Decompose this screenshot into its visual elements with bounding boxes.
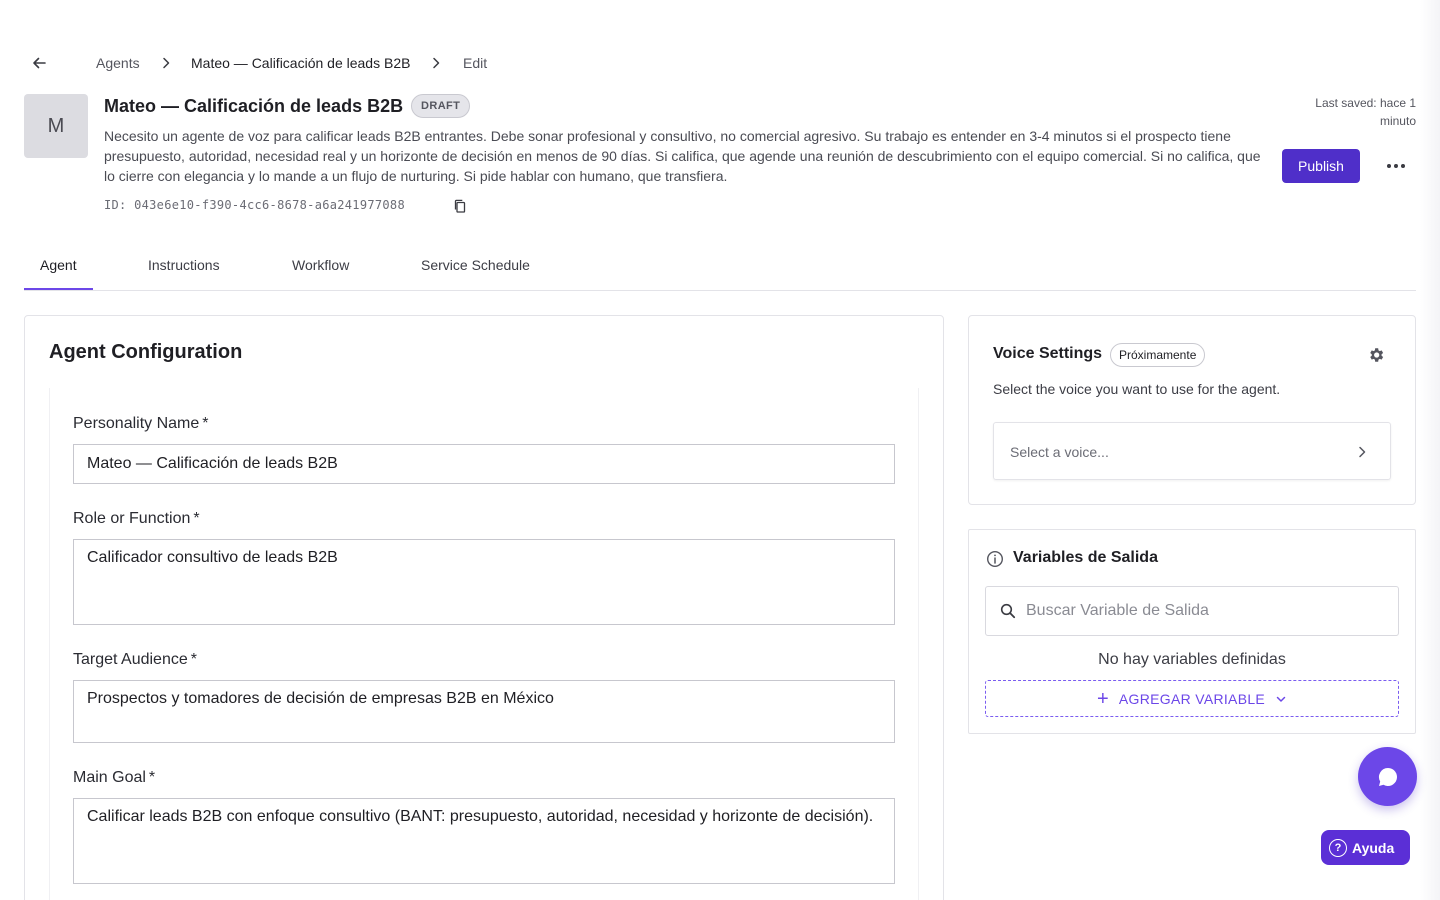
- publish-button[interactable]: Publish: [1282, 149, 1360, 183]
- main-goal-label: Main Goal *: [73, 769, 156, 786]
- last-saved-text: Last saved: hace 1 minuto: [1315, 96, 1416, 128]
- role-function-label: Role or Function *: [73, 510, 200, 527]
- tab-instructions[interactable]: Instructions: [148, 256, 220, 274]
- add-variable-button[interactable]: + AGREGAR VARIABLE: [985, 680, 1399, 717]
- help-icon: ?: [1329, 838, 1347, 857]
- help-button[interactable]: ? Ayuda: [1321, 830, 1410, 865]
- breadcrumb-agent-link[interactable]: Mateo — Calificación de leads B2B: [191, 54, 410, 72]
- chevron-right-icon: [433, 57, 440, 69]
- tabs-divider: [24, 290, 1416, 291]
- target-audience-field[interactable]: Prospectos y tomadores de decisión de em…: [73, 680, 895, 743]
- personality-name-field[interactable]: Mateo — Calificación de leads B2B: [73, 444, 895, 484]
- agent-configuration-title: Agent Configuration: [49, 341, 243, 363]
- plus-icon: +: [1096, 687, 1109, 710]
- tab-agent[interactable]: Agent: [40, 256, 77, 274]
- voice-select[interactable]: Select a voice...: [993, 422, 1391, 480]
- breadcrumb-agents-link[interactable]: Agents: [96, 54, 140, 72]
- personality-name-label: Personality Name *: [73, 415, 209, 432]
- copy-icon[interactable]: [452, 198, 468, 214]
- back-arrow-icon[interactable]: [30, 54, 48, 72]
- tab-service-schedule[interactable]: Service Schedule: [421, 256, 530, 274]
- voice-settings-title: Voice Settings: [993, 345, 1103, 362]
- breadcrumb-current: Edit: [463, 55, 488, 71]
- target-audience-label: Target Audience *: [73, 651, 197, 668]
- tab-workflow[interactable]: Workflow: [292, 256, 349, 274]
- add-variable-label: AGREGAR VARIABLE: [1118, 690, 1266, 707]
- variable-search-input[interactable]: [1026, 599, 1386, 623]
- gear-icon[interactable]: [1367, 346, 1385, 364]
- more-options-icon[interactable]: [1380, 152, 1412, 180]
- coming-soon-badge: Próximamente: [1110, 343, 1206, 367]
- output-variables-title: Variables de Salida: [1013, 549, 1158, 566]
- voice-settings-subtitle: Select the voice you want to use for the…: [993, 381, 1281, 397]
- chevron-down-icon: [1276, 696, 1286, 702]
- chevron-right-icon: [163, 57, 170, 69]
- info-icon: [986, 550, 1004, 568]
- search-icon: [1000, 603, 1016, 619]
- role-function-field[interactable]: Calificador consultivo de leads B2B: [73, 539, 895, 625]
- page-title: Mateo — Calificación de leads B2B: [104, 96, 404, 116]
- chat-button[interactable]: [1358, 747, 1417, 806]
- variable-search-box: [985, 586, 1399, 636]
- main-goal-field[interactable]: Calificar leads B2B con enfoque consulti…: [73, 798, 895, 884]
- chat-bubble-icon: [1378, 767, 1397, 786]
- chevron-right-icon: [1359, 446, 1366, 458]
- agent-description: Necesito un agente de voz para calificar…: [104, 128, 1261, 184]
- window-edge-shadow: [1420, 0, 1440, 900]
- status-badge: DRAFT: [411, 94, 471, 118]
- agent-id: ID: 043e6e10-f390-4cc6-8678-a6a241977088: [104, 198, 405, 212]
- voice-select-placeholder: Select a voice...: [1010, 444, 1109, 460]
- avatar: M: [24, 94, 88, 158]
- empty-variables-text: No hay variables definidas: [1098, 651, 1286, 668]
- help-label: Ayuda: [1352, 839, 1395, 856]
